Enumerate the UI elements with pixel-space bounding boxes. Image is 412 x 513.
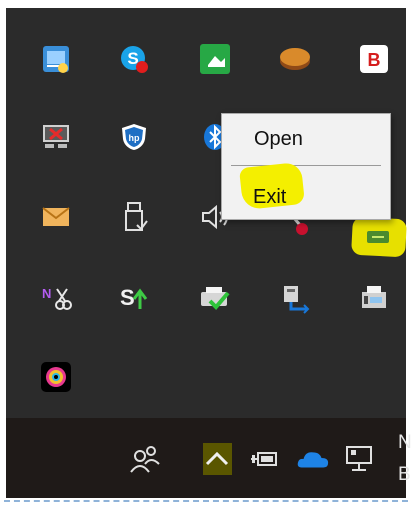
security-shield-icon[interactable]: hp — [117, 120, 151, 154]
svg-text:B: B — [368, 50, 381, 70]
printer-network-icon[interactable] — [278, 281, 312, 315]
menu-item-exit[interactable]: Exit — [221, 177, 389, 217]
green-app-icon[interactable] — [198, 42, 232, 76]
camera-app-icon[interactable] — [39, 360, 73, 394]
sync-up-icon[interactable]: S — [117, 281, 151, 315]
show-hidden-icons-chevron[interactable] — [200, 442, 234, 476]
onenote-clip-icon[interactable]: N — [39, 281, 73, 315]
people-icon[interactable] — [128, 442, 162, 476]
network-disconnected-icon[interactable] — [39, 120, 73, 154]
network-app-icon[interactable] — [39, 42, 73, 76]
highlighted-tray-icon[interactable] — [361, 219, 395, 253]
svg-text:N: N — [42, 286, 51, 301]
printer-ok-icon[interactable] — [198, 281, 232, 315]
svg-text:hp: hp — [129, 133, 140, 143]
database-app-icon[interactable] — [278, 42, 312, 76]
mail-icon[interactable] — [39, 200, 73, 234]
clock-text-bottom: B — [398, 464, 411, 485]
power-plug-icon[interactable] — [249, 442, 283, 476]
network-monitor-icon[interactable] — [343, 442, 377, 476]
menu-item-open[interactable]: Open — [222, 119, 390, 159]
b-app-icon[interactable]: B — [357, 42, 391, 76]
clock-text-top: N — [398, 432, 412, 453]
selection-border — [4, 500, 408, 502]
usb-safely-remove-icon[interactable] — [117, 200, 151, 234]
onedrive-icon[interactable] — [296, 442, 330, 476]
svg-text:S: S — [120, 285, 135, 310]
fax-printer-icon[interactable] — [357, 281, 391, 315]
skype-icon[interactable]: S — [117, 42, 151, 76]
